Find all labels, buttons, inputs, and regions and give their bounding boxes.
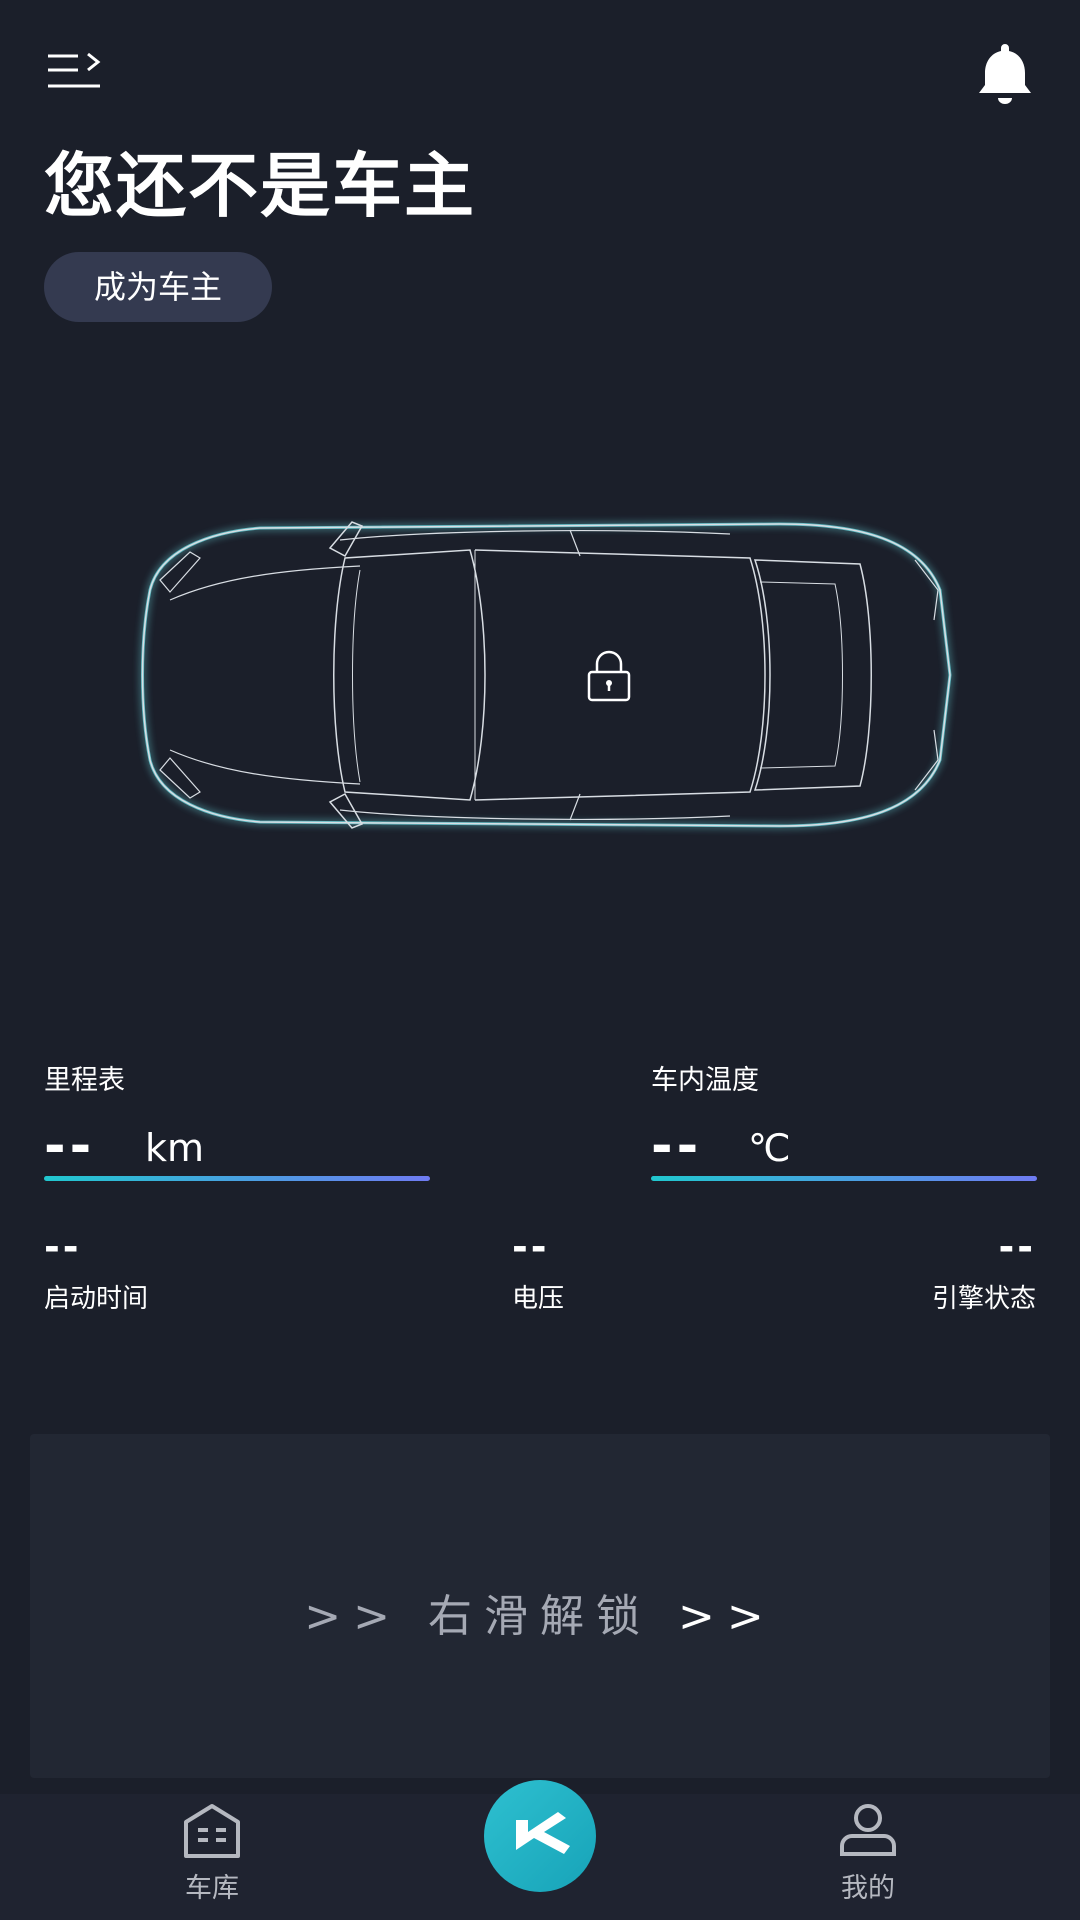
k-logo-icon [516, 1812, 570, 1854]
engine-status-label: 引擎状态 [931, 1284, 1036, 1314]
odometer-value: -- [44, 1116, 96, 1176]
user-profile-icon [840, 1804, 896, 1856]
nav-garage[interactable]: 车库 [132, 1800, 292, 1905]
nav-home-button[interactable] [484, 1780, 596, 1892]
page-title: 您还不是车主 [44, 145, 476, 227]
cabin-temp-value: -- [651, 1116, 703, 1176]
unlock-label: 右滑解锁 [428, 1591, 652, 1642]
notifications-button[interactable] [974, 40, 1036, 106]
unlock-suffix-arrows: >> [678, 1591, 776, 1642]
lock-icon[interactable] [585, 648, 633, 704]
engine-status-value: -- [998, 1225, 1036, 1269]
voltage-label: 电压 [512, 1284, 565, 1314]
odometer-underline [44, 1176, 430, 1181]
odometer-label: 里程表 [44, 1065, 125, 1096]
nav-garage-label: 车库 [185, 1873, 239, 1904]
menu-button[interactable] [44, 48, 108, 96]
unlock-prefix-arrows: >> [304, 1591, 402, 1642]
bell-icon [979, 44, 1031, 104]
slide-unlock-text[interactable]: >> 右滑解锁 >> [0, 1580, 1080, 1644]
nav-mine[interactable]: 我的 [788, 1800, 948, 1905]
car-top-view [141, 521, 952, 829]
start-time-label: 启动时间 [44, 1284, 149, 1314]
cabin-temp-unit: ℃ [748, 1126, 791, 1170]
odometer-unit: km [145, 1126, 205, 1170]
become-owner-button[interactable]: 成为车主 [44, 252, 272, 322]
nav-mine-label: 我的 [841, 1873, 895, 1904]
start-time-value: -- [44, 1225, 82, 1269]
cabin-temp-underline [651, 1176, 1037, 1181]
garage-icon [184, 1804, 240, 1858]
cabin-temp-label: 车内温度 [651, 1065, 759, 1096]
voltage-value: -- [512, 1225, 550, 1269]
menu-expand-icon [48, 52, 101, 88]
